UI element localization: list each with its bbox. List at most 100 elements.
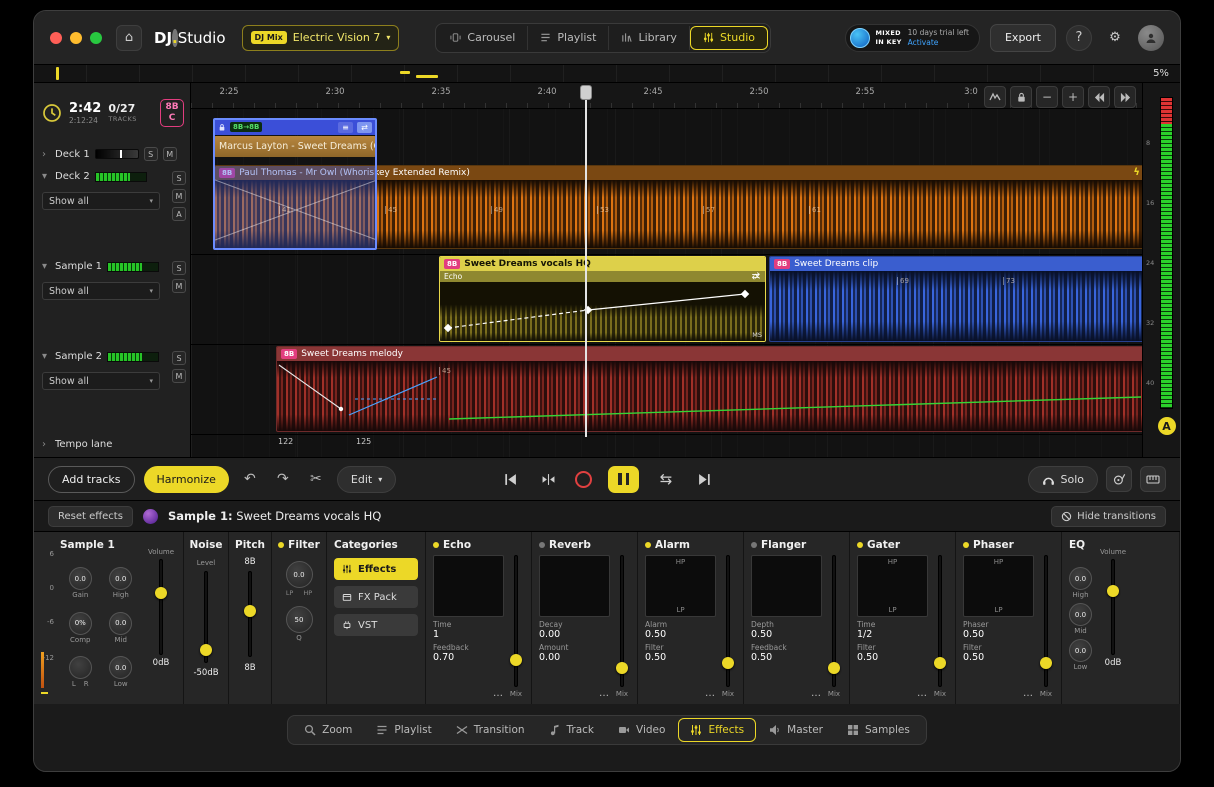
gater-filter-value[interactable]: 0.50	[857, 652, 928, 663]
export-button[interactable]: Export	[990, 24, 1056, 52]
more-options-button[interactable]: …	[599, 690, 610, 698]
clip-sweet-dreams[interactable]: 8B Sweet Dreams clip 6973	[769, 256, 1144, 342]
hide-transitions-button[interactable]: Hide transitions	[1051, 506, 1166, 527]
close-window-button[interactable]	[50, 32, 62, 44]
autogain-button[interactable]: A	[1158, 417, 1176, 435]
pitch-slider[interactable]	[242, 571, 258, 657]
chevron-down-icon[interactable]: ▾	[42, 171, 50, 182]
deck1-crossfader[interactable]	[95, 149, 139, 159]
eq-high-knob[interactable]: 0.0	[1069, 567, 1092, 590]
flanger-mix-slider[interactable]	[826, 555, 842, 687]
category-vst-button[interactable]: VST	[334, 614, 418, 636]
key-badge[interactable]: 8BC	[160, 99, 184, 127]
sample1-mute-button[interactable]: M	[172, 279, 186, 293]
skip-to-end-button[interactable]	[693, 468, 715, 490]
auto-zoom-button[interactable]	[984, 86, 1006, 108]
phaser-xy-pad[interactable]: HPLP	[963, 555, 1034, 617]
swap-icon[interactable]: ⇄	[752, 271, 760, 282]
alarm-xy-pad[interactable]: HPLP	[645, 555, 716, 617]
echo-feedback-value[interactable]: 0.70	[433, 652, 504, 663]
tab-carousel[interactable]: Carousel	[438, 26, 528, 50]
sample1-volume-slider[interactable]	[153, 559, 169, 655]
reverb-mix-slider[interactable]	[614, 555, 630, 687]
split-button[interactable]: ✂	[304, 467, 328, 491]
low-knob[interactable]: 0.0	[109, 656, 132, 679]
tempo-value[interactable]: 125	[356, 437, 371, 446]
solo-button[interactable]: Solo	[1028, 466, 1099, 493]
sample1-showall-select[interactable]: Show all ▾	[42, 282, 160, 300]
deck2-solo-button[interactable]: S	[172, 171, 186, 185]
overview-playhead[interactable]	[56, 67, 59, 80]
clip-deck1[interactable]: Marcus Layton - Sweet Dreams (Origin	[214, 136, 376, 157]
alarm-mix-slider[interactable]	[720, 555, 736, 687]
minimize-window-button[interactable]	[70, 32, 82, 44]
tab-library[interactable]: Library	[609, 26, 689, 50]
dock-playlist[interactable]: Playlist	[365, 718, 442, 742]
chevron-down-icon[interactable]: ▾	[42, 261, 50, 272]
dock-samples[interactable]: Samples	[836, 718, 921, 742]
skip-to-start-button[interactable]	[499, 468, 521, 490]
effect-active-dot[interactable]	[539, 542, 545, 548]
maximize-window-button[interactable]	[90, 32, 102, 44]
dock-zoom[interactable]: Zoom	[293, 718, 363, 742]
flanger-depth-value[interactable]: 0.50	[751, 629, 822, 640]
lane-header-tempo[interactable]: › Tempo lane	[42, 439, 112, 450]
automation-lane-header[interactable]: Echo ×	[440, 271, 765, 282]
reverb-xy-pad[interactable]	[539, 555, 610, 617]
transition-list-button[interactable]: ≡	[338, 122, 353, 133]
effect-active-dot[interactable]	[433, 542, 439, 548]
category-effects-button[interactable]: Effects	[334, 558, 418, 580]
automix-button[interactable]	[537, 468, 559, 490]
mix-selector[interactable]: DJ Mix Electric Vision 7 ▾	[242, 25, 400, 51]
noise-level-slider[interactable]	[198, 571, 214, 663]
pause-button[interactable]	[608, 466, 639, 493]
overview-minimap[interactable]	[34, 65, 1142, 82]
effect-active-dot[interactable]	[751, 542, 757, 548]
lanes[interactable]: 8B→8B ≡ ⇄ Marcus Layton - Sweet Dreams (…	[191, 109, 1142, 457]
add-tracks-button[interactable]: Add tracks	[48, 466, 135, 493]
mixed-in-key-badge[interactable]: MIXEDIN KEY 10 days trial leftActivate	[845, 24, 980, 52]
redo-button[interactable]: ↷	[271, 467, 295, 491]
gain-knob[interactable]: 0.0	[69, 567, 92, 590]
harmonize-button[interactable]: Harmonize	[144, 466, 229, 493]
reset-effects-button[interactable]: Reset effects	[48, 506, 133, 527]
lightning-icon[interactable]: ϟ	[1133, 167, 1140, 178]
phaser-mix-slider[interactable]	[1038, 555, 1054, 687]
zoom-out-button[interactable]: −	[1036, 86, 1058, 108]
comp-knob[interactable]: 0%	[69, 612, 92, 635]
edit-menu-button[interactable]: Edit ▾	[337, 466, 396, 493]
eq-volume-slider[interactable]	[1105, 559, 1121, 655]
m id-knob[interactable]: 0.0	[109, 612, 132, 635]
category-fxpack-button[interactable]: FX Pack	[334, 586, 418, 608]
phaser-amount-value[interactable]: 0.50	[963, 629, 1034, 640]
filter-cutoff-knob[interactable]: 0.0	[286, 561, 313, 588]
sample2-mute-button[interactable]: M	[172, 369, 186, 383]
tab-playlist[interactable]: Playlist	[528, 26, 609, 50]
phaser-filter-value[interactable]: 0.50	[963, 652, 1034, 663]
lock-zoom-button[interactable]	[1010, 86, 1032, 108]
more-options-button[interactable]: …	[811, 690, 822, 698]
echo-automation-curve[interactable]	[440, 282, 766, 342]
effect-active-dot[interactable]	[857, 542, 863, 548]
zoom-in-button[interactable]: +	[1062, 86, 1084, 108]
sample2-showall-select[interactable]: Show all ▾	[42, 372, 160, 390]
tempo-value[interactable]: 122	[278, 437, 293, 446]
deck1-solo-button[interactable]: S	[144, 147, 158, 161]
help-button[interactable]: ?	[1066, 25, 1092, 51]
filter-q-knob[interactable]: 50	[286, 606, 313, 633]
filter-active-dot[interactable]	[278, 542, 284, 548]
balance-knob[interactable]	[69, 656, 92, 679]
gater-time-value[interactable]: 1/2	[857, 629, 928, 640]
deck2-showall-select[interactable]: Show all ▾	[42, 192, 160, 210]
effect-active-dot[interactable]	[645, 542, 651, 548]
alarm-amount-value[interactable]: 0.50	[645, 629, 716, 640]
record-button[interactable]	[575, 471, 592, 488]
home-button[interactable]: ⌂	[116, 25, 142, 51]
deck1-mute-button[interactable]: M	[163, 147, 177, 161]
eq-mid-knob[interactable]: 0.0	[1069, 603, 1092, 626]
playhead-handle[interactable]	[580, 85, 592, 100]
alarm-filter-value[interactable]: 0.50	[645, 652, 716, 663]
dock-video[interactable]: Video	[607, 718, 676, 742]
reverb-decay-value[interactable]: 0.00	[539, 629, 610, 640]
echo-time-value[interactable]: 1	[433, 629, 504, 640]
